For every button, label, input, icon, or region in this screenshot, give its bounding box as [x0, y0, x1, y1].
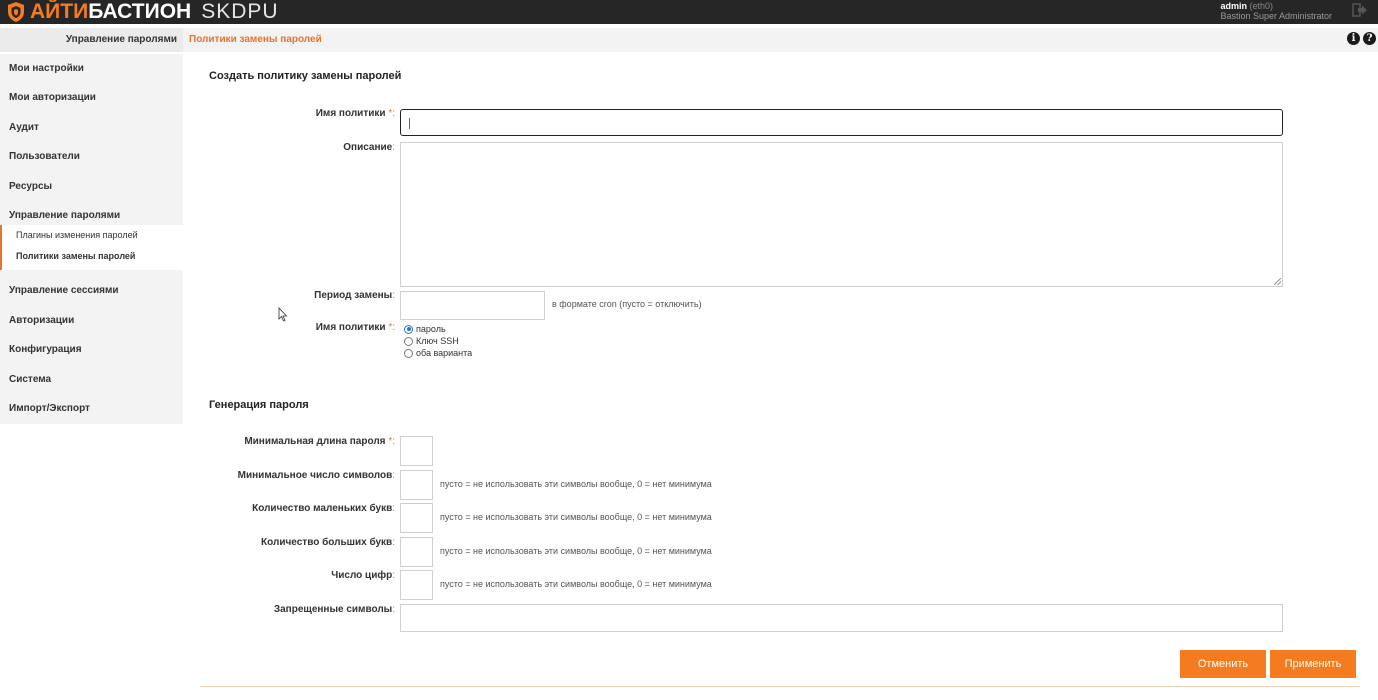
colon: :: [392, 470, 395, 481]
policy-type-label-text: Имя политики: [315, 322, 386, 333]
radio-label: Ключ SSH: [416, 336, 459, 346]
sidebar: Мои настройки Мои авторизации Аудит Поль…: [0, 54, 183, 424]
user-interface: (eth0): [1249, 1, 1273, 11]
sidebar-item-session-management[interactable]: Управление сессиями: [9, 285, 119, 296]
generation-title: Генерация пароля: [209, 399, 309, 411]
colon: :: [392, 322, 395, 333]
bottom-divider: [200, 686, 1360, 687]
period-input[interactable]: [400, 291, 545, 320]
min-length-input[interactable]: [400, 436, 433, 466]
policy-name-input[interactable]: [400, 109, 1283, 136]
min-symbols-hint: пусто = не использовать эти символы вооб…: [440, 479, 712, 489]
colon: :: [392, 570, 395, 581]
radio-label: пароль: [416, 324, 446, 334]
uppercase-label: Количество больших букв:: [261, 537, 395, 548]
brand-name-part2: БАСТИОН: [88, 0, 192, 23]
digits-hint: пусто = не использовать эти символы вооб…: [440, 579, 712, 589]
sidebar-subitem-password-policies[interactable]: Политики замены паролей: [16, 251, 135, 261]
description-label: Описание:: [343, 142, 395, 153]
sidebar-item-password-management[interactable]: Управление паролями: [9, 210, 120, 221]
radio-label: оба варианта: [416, 348, 473, 358]
lowercase-label-text: Количество маленьких букв: [252, 503, 393, 514]
radio-button[interactable]: [404, 324, 413, 334]
colon: :: [392, 537, 395, 548]
breadcrumb: Управление паролями Политики замены паро…: [0, 28, 1378, 52]
uppercase-hint: пусто = не использовать эти символы вооб…: [440, 546, 712, 556]
period-hint: в формате cron (пусто = отключить): [552, 299, 702, 309]
lowercase-input[interactable]: [400, 503, 433, 533]
digits-label-text: Число цифр: [331, 570, 393, 581]
product-name: SKDPU: [201, 0, 279, 23]
logout-icon[interactable]: [1352, 2, 1368, 18]
period-label-text: Период замены: [314, 290, 393, 301]
policy-name-label: Имя политики *:: [316, 108, 395, 119]
forbidden-chars-input[interactable]: [400, 604, 1283, 632]
radio-button[interactable]: [404, 336, 413, 346]
sidebar-item-audit[interactable]: Аудит: [9, 122, 39, 133]
radio-ssh-key[interactable]: Ключ SSH: [404, 336, 459, 346]
min-symbols-input[interactable]: [400, 470, 433, 500]
colon: :: [392, 108, 395, 119]
brand-name-part1: АЙТИ: [30, 0, 89, 23]
description-textarea[interactable]: [400, 142, 1283, 287]
uppercase-input[interactable]: [400, 537, 433, 567]
colon: :: [392, 436, 395, 447]
digits-input[interactable]: [400, 570, 433, 600]
radio-password[interactable]: пароль: [404, 324, 446, 334]
min-length-label-text: Минимальная длина пароля: [244, 436, 386, 447]
sidebar-item-system[interactable]: Система: [9, 374, 51, 385]
radio-button[interactable]: [404, 348, 413, 358]
sidebar-item-configuration[interactable]: Конфигурация: [9, 344, 82, 355]
sidebar-item-my-settings[interactable]: Мои настройки: [9, 63, 84, 74]
lowercase-label: Количество маленьких букв:: [252, 503, 395, 514]
apply-button[interactable]: Применить: [1270, 650, 1356, 678]
description-label-text: Описание: [343, 142, 393, 153]
sidebar-item-users[interactable]: Пользователи: [9, 151, 80, 162]
forbidden-label: Запрещенные символы:: [274, 604, 395, 615]
top-bar: АЙТИ БАСТИОН SKDPU admin (eth0) Bastion S…: [0, 0, 1378, 24]
user-info[interactable]: admin (eth0) Bastion Super Administrator: [1220, 0, 1332, 24]
min-symbols-label: Минимальное число символов:: [238, 470, 395, 481]
digits-label: Число цифр:: [331, 570, 395, 581]
forbidden-label-text: Запрещенные символы: [273, 604, 393, 615]
text-cursor: [409, 118, 410, 129]
help-icon[interactable]: ?: [1363, 32, 1376, 45]
lowercase-hint: пусто = не использовать эти символы вооб…: [440, 512, 712, 522]
user-role: Bastion Super Administrator: [1220, 11, 1332, 21]
brand-logo[interactable]: АЙТИ БАСТИОН SKDPU: [6, 0, 279, 24]
colon: :: [392, 290, 395, 301]
user-name: admin: [1220, 1, 1247, 11]
sidebar-item-my-authorizations[interactable]: Мои авторизации: [9, 92, 96, 103]
policy-name-label-text: Имя политики: [315, 108, 386, 119]
sidebar-subitem-password-plugins[interactable]: Плагины изменения паролей: [16, 230, 138, 240]
sidebar-item-resources[interactable]: Ресурсы: [9, 181, 52, 192]
colon: :: [392, 503, 395, 514]
colon: :: [392, 604, 395, 615]
info-icon[interactable]: i: [1347, 32, 1360, 45]
min-symbols-label-text: Минимальное число символов: [237, 470, 393, 481]
period-label: Период замены:: [314, 290, 395, 301]
mouse-pointer-icon: [278, 307, 288, 322]
sidebar-item-import-export[interactable]: Импорт/Экспорт: [9, 403, 90, 414]
colon: :: [392, 142, 395, 153]
cancel-button[interactable]: Отменить: [1180, 650, 1266, 678]
breadcrumb-section[interactable]: Управление паролями: [0, 28, 183, 52]
shield-icon: [8, 2, 24, 22]
breadcrumb-current: Политики замены паролей: [189, 34, 322, 45]
help-icons: i ?: [1347, 32, 1376, 45]
sidebar-submenu: Плагины изменения паролей Политики замен…: [0, 225, 183, 270]
policy-type-label: Имя политики *:: [316, 322, 395, 333]
min-length-label: Минимальная длина пароля *:: [244, 436, 395, 447]
form-title: Создать политику замены паролей: [209, 70, 402, 82]
resize-grip-icon[interactable]: [1274, 278, 1281, 285]
uppercase-label-text: Количество больших букв: [261, 537, 393, 548]
radio-both[interactable]: оба варианта: [404, 348, 472, 358]
sidebar-item-authorizations[interactable]: Авторизации: [9, 315, 74, 326]
